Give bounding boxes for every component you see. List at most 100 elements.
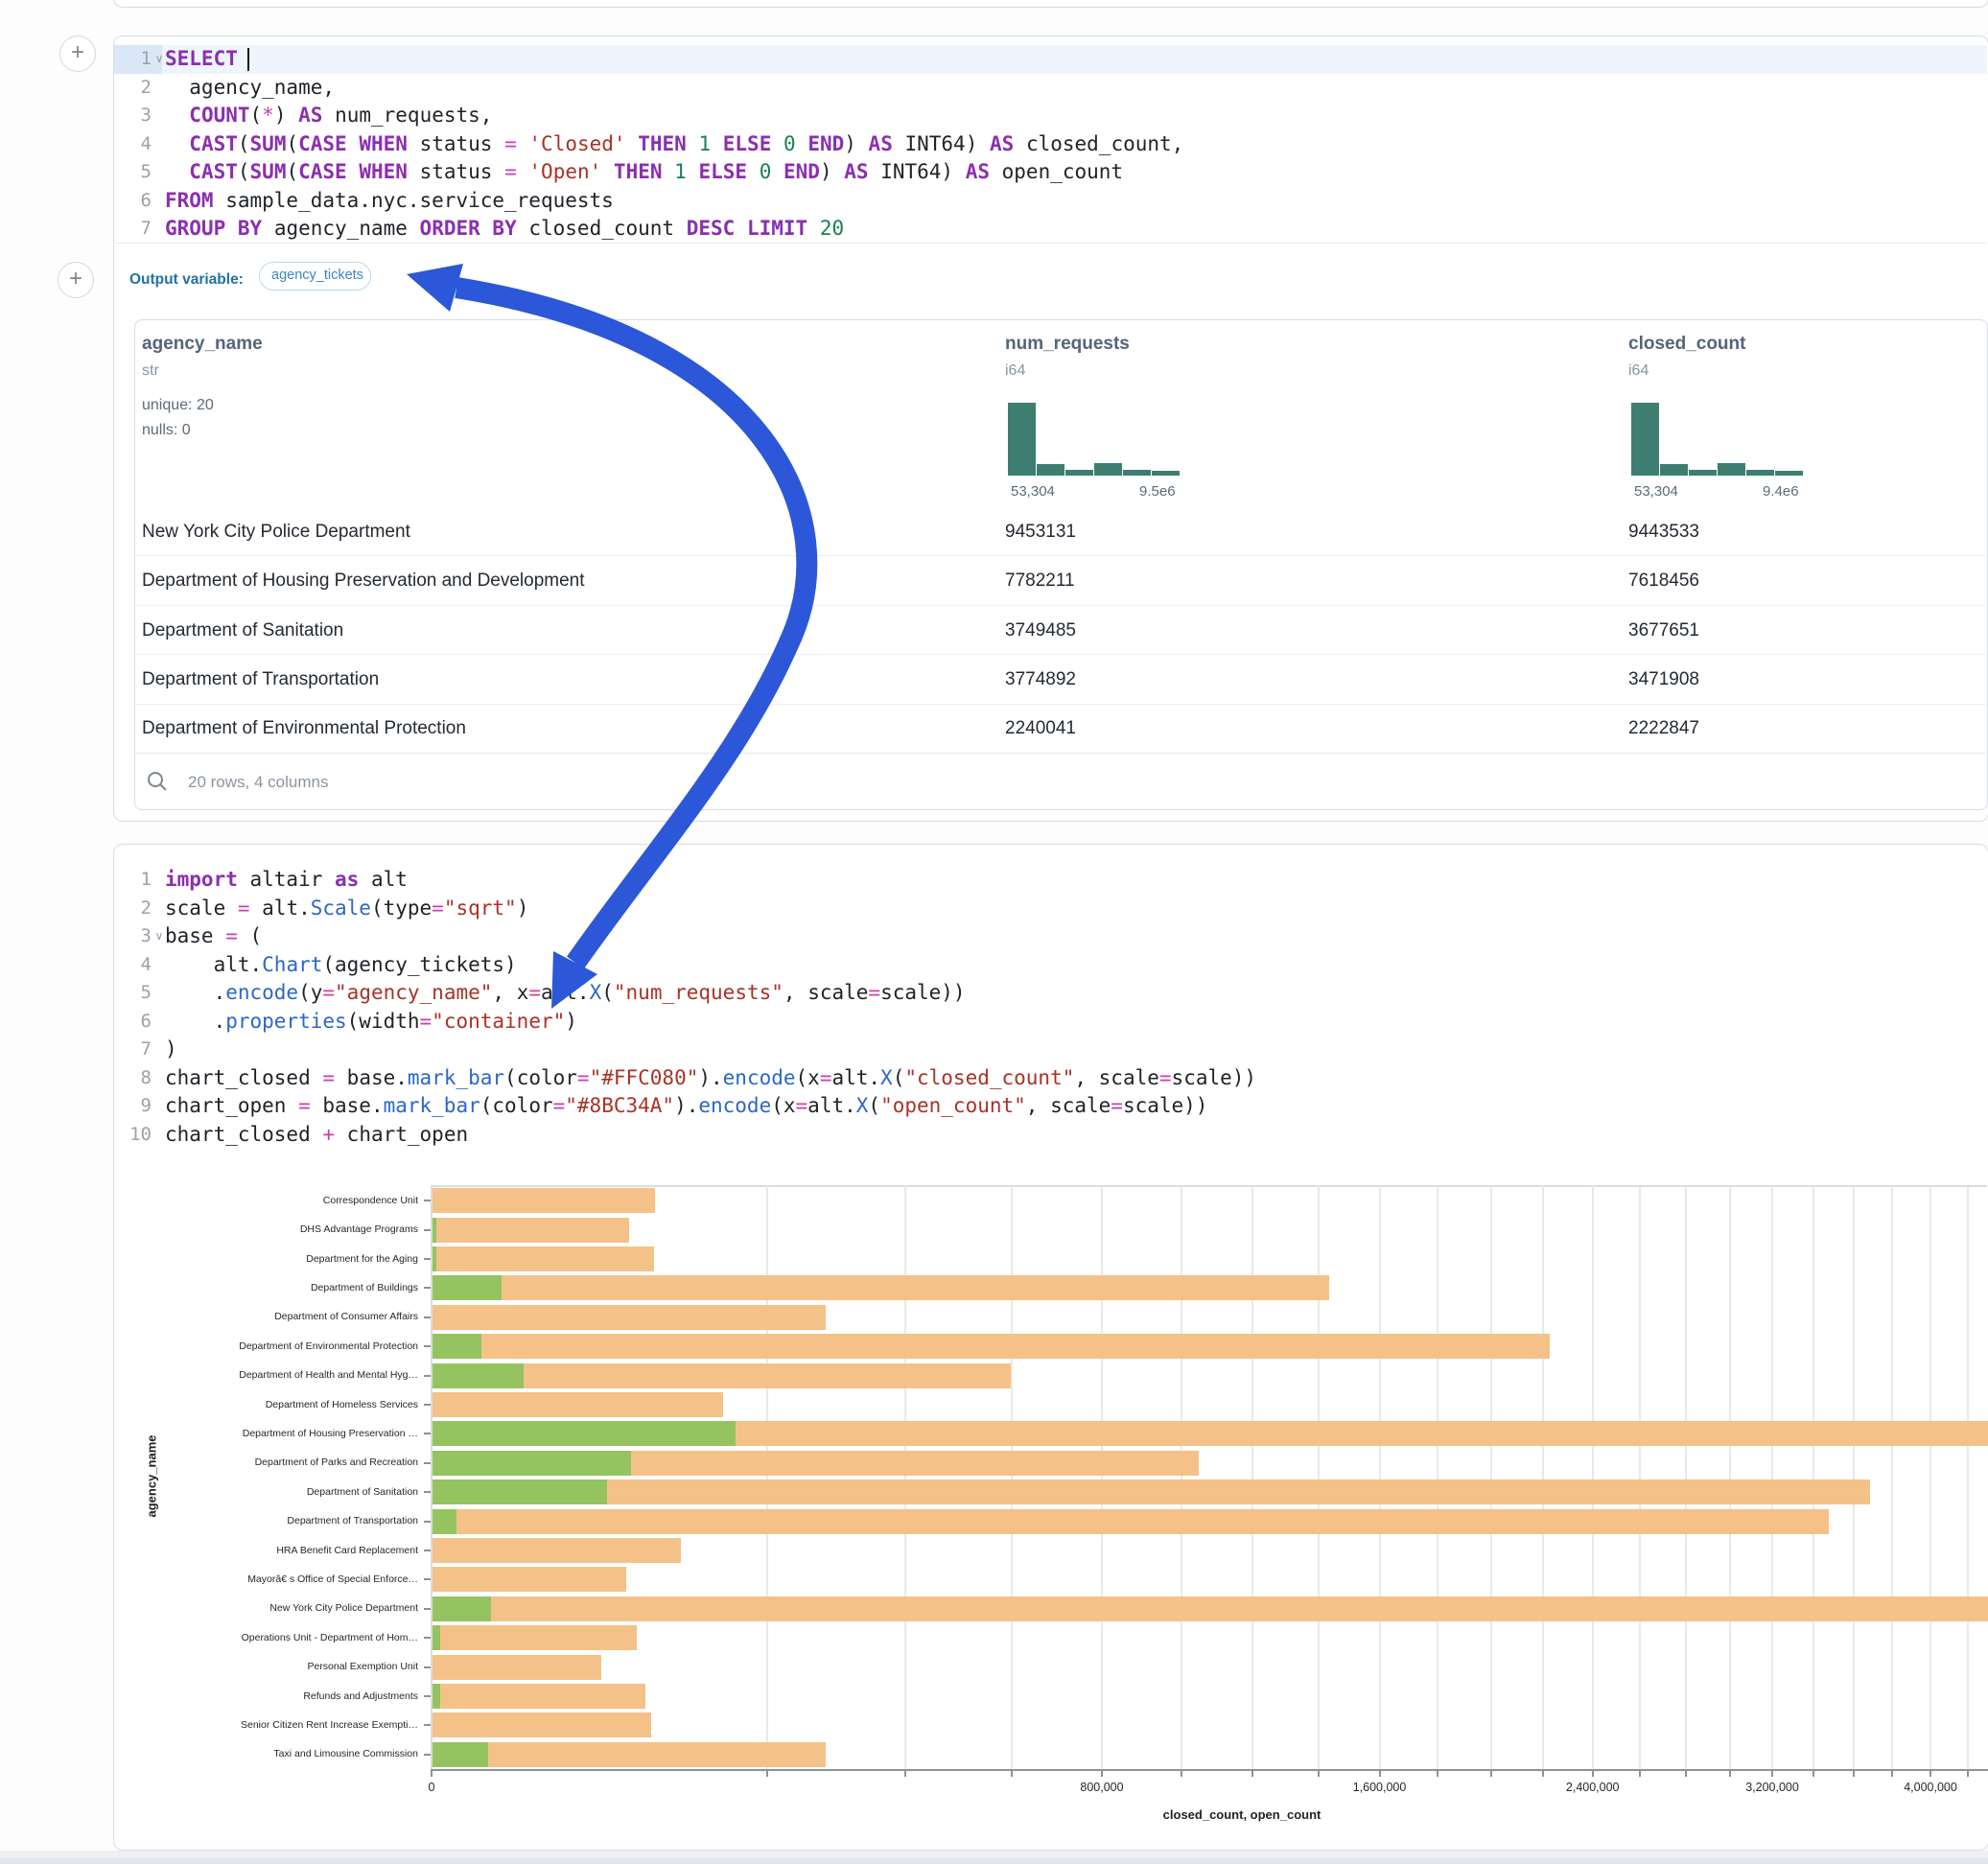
y-tick (424, 1666, 431, 1668)
bar-open-count (433, 1480, 607, 1504)
code-line[interactable]: scale = alt.Scale(type="sqrt") (165, 895, 528, 923)
code-token: encode (723, 1066, 796, 1089)
bar-closed-count (433, 1392, 723, 1417)
code-token (165, 160, 189, 183)
y-tick (424, 1608, 431, 1610)
code-line[interactable]: SELECT (165, 45, 249, 74)
bar-closed-count (433, 1305, 826, 1330)
code-line[interactable]: FROM sample_data.nyc.service_requests (165, 187, 614, 216)
code-token: (type (371, 897, 432, 920)
code-token: base (165, 924, 225, 947)
code-token (480, 217, 493, 240)
y-tick (424, 1521, 431, 1523)
table-footer-separator (135, 753, 1986, 754)
line-number: 10 (113, 1121, 152, 1150)
bar-closed-count (433, 1567, 626, 1592)
code-token: = (225, 924, 238, 947)
cell-divider (114, 243, 1987, 244)
column-header-dtype: i64 (1005, 362, 1025, 380)
code-token: CASE (298, 160, 347, 183)
code-token: scale)) (880, 981, 966, 1004)
y-tick (424, 1345, 431, 1347)
collapse-chevron-icon[interactable]: ∨ (152, 45, 166, 74)
code-line[interactable]: chart_closed = base.mark_bar(color="#FFC… (165, 1064, 1256, 1093)
code-token: open_count (990, 160, 1123, 183)
code-token: . (165, 1010, 225, 1033)
code-token: END (807, 132, 844, 155)
code-line[interactable]: CAST(SUM(CASE WHEN status = 'Open' THEN … (165, 158, 1123, 187)
column-stat: nulls: 0 (142, 422, 191, 439)
code-line[interactable]: ) (165, 1036, 177, 1064)
code-token: = (298, 1094, 311, 1117)
code-line[interactable]: agency_name, (165, 74, 335, 103)
code-token: = (577, 1066, 590, 1089)
collapse-chevron-icon[interactable]: ∨ (152, 922, 166, 951)
line-number: 8 (113, 1064, 152, 1093)
code-line[interactable]: alt.Chart(agency_tickets) (165, 951, 517, 980)
code-token: import (165, 868, 238, 891)
column-header-name[interactable]: closed_count (1628, 334, 1745, 355)
histogram-bar (1775, 471, 1803, 476)
code-line[interactable]: GROUP BY agency_name ORDER BY closed_cou… (165, 215, 844, 244)
code-token: (y (298, 981, 322, 1004)
output-variable-pill[interactable]: agency_tickets (259, 262, 371, 291)
code-token: INT64) (893, 132, 990, 155)
bar-closed-count (433, 1596, 1988, 1621)
code-token: status (408, 160, 504, 183)
bar-open-count (433, 1509, 456, 1534)
add-cell-button[interactable]: + (59, 35, 96, 72)
column-header-name[interactable]: num_requests (1005, 334, 1130, 355)
bar-closed-count (433, 1334, 1550, 1359)
bar-closed-count (433, 1218, 629, 1243)
code-token: CAST (189, 160, 238, 183)
code-token: "num_requests" (614, 981, 784, 1004)
line-number: 5 (113, 158, 152, 187)
code-token: alt. (250, 897, 311, 920)
line-number: 1 (113, 866, 152, 895)
bar-closed-count (433, 1275, 1329, 1300)
code-token: closed_count, (1014, 132, 1183, 155)
line-number: 3 (113, 102, 152, 130)
code-line[interactable]: chart_open = base.mark_bar(color="#8BC34… (165, 1092, 1207, 1121)
code-token: (color (504, 1066, 577, 1089)
x-axis-tick-label: 800,000 (1035, 1781, 1169, 1794)
code-token: agency_name, (165, 76, 335, 99)
code-token (747, 160, 760, 183)
code-line[interactable]: .encode(y="agency_name", x=alt.X("num_re… (165, 979, 966, 1008)
histogram-min-label: 53,304 (1634, 483, 1678, 500)
code-token: ) (517, 897, 529, 920)
code-token: FROM (165, 189, 214, 212)
histogram-bar (1152, 471, 1180, 476)
y-axis-label: Personal Exemption Unit (134, 1661, 418, 1672)
code-line[interactable]: chart_closed + chart_open (165, 1121, 468, 1150)
column-header-name[interactable]: agency_name (142, 334, 263, 355)
y-axis-label: New York City Police Department (134, 1602, 418, 1614)
code-token: ORDER (420, 217, 480, 240)
bar-open-count (433, 1625, 440, 1650)
code-token: "open_count" (880, 1094, 1026, 1117)
code-token: ELSE (723, 132, 772, 155)
code-token: SELECT (165, 47, 238, 70)
code-token: = (1111, 1094, 1123, 1117)
y-axis-label: Department of Sanitation (134, 1486, 418, 1498)
code-line[interactable]: import altair as alt (165, 866, 408, 895)
histogram-bar (1065, 470, 1093, 476)
add-cell-button[interactable]: + (58, 262, 94, 298)
bar-closed-count (433, 1742, 826, 1767)
x-axis-tick-label: 4,000,000 (1863, 1781, 1988, 1794)
y-tick (424, 1637, 431, 1639)
code-token (347, 132, 360, 155)
code-line[interactable]: base = ( (165, 922, 262, 951)
y-tick (424, 1578, 431, 1580)
code-line[interactable]: COUNT(*) AS num_requests, (165, 102, 492, 130)
table-cell: Department of Transportation (142, 669, 379, 690)
y-axis-label: Department of Health and Mental Hyg… (134, 1369, 418, 1381)
x-axis-line (431, 1769, 1988, 1771)
code-token: = (432, 897, 444, 920)
code-line[interactable]: .properties(width="container") (165, 1008, 577, 1037)
search-icon[interactable] (146, 770, 169, 793)
code-line[interactable]: CAST(SUM(CASE WHEN status = 'Closed' THE… (165, 130, 1183, 159)
histogram-bar (1037, 464, 1064, 476)
histogram-bar (1008, 403, 1036, 476)
output-variable-label: Output variable: (129, 271, 244, 289)
